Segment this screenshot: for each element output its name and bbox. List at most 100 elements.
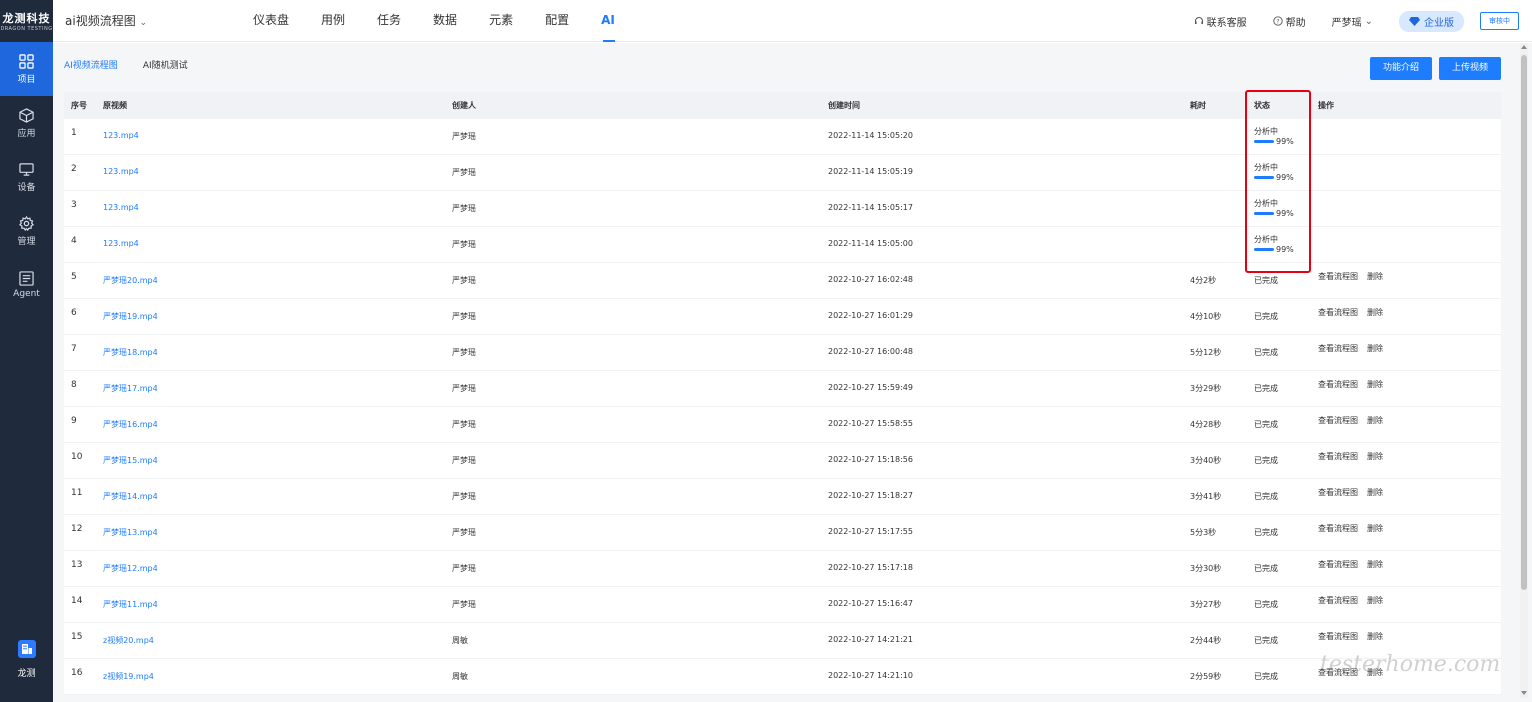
building-icon (17, 640, 36, 658)
row-created-time: 2022-11-14 15:05:00 (828, 239, 913, 248)
row-created-time: 2022-10-27 15:16:47 (828, 599, 913, 608)
row-creator: 严梦瑶 (452, 312, 476, 321)
row-creator: 严梦瑶 (452, 132, 476, 141)
row-seq: 13 (71, 560, 83, 570)
row-duration: 3分29秒 (1190, 384, 1222, 393)
view-flowchart-link[interactable]: 查看流程图 (1318, 452, 1358, 461)
plan-label: 企业版 (1424, 17, 1454, 29)
row-created-time: 2022-10-27 15:59:49 (828, 383, 913, 392)
row-seq: 9 (71, 416, 77, 426)
delete-link[interactable]: 删除 (1367, 488, 1383, 497)
scroll-down-arrow-icon[interactable] (1521, 691, 1527, 695)
row-seq: 5 (71, 272, 77, 282)
help-link[interactable]: ? 帮助 (1272, 14, 1306, 29)
status-text: 已完成 (1254, 384, 1278, 393)
upload-video-button[interactable]: 上传视频 (1438, 57, 1501, 80)
nav-config[interactable]: 配置 (529, 0, 585, 42)
table-row: 7 严梦瑶18.mp4 严梦瑶 2022-10-27 16:00:48 5分12秒 已完成… (64, 335, 1501, 371)
video-file-link[interactable]: 严梦瑶15.mp4 (103, 455, 158, 466)
user-menu[interactable]: 严梦瑶 ⌄ (1332, 14, 1373, 29)
row-seq: 1 (71, 128, 77, 138)
sidebar-item-label: Agent (13, 289, 40, 299)
status-text: 已完成 (1254, 276, 1278, 285)
table-row: 10 严梦瑶15.mp4 严梦瑶 2022-10-27 15:18:56 3分40秒 已完… (64, 443, 1501, 479)
view-flowchart-link[interactable]: 查看流程图 (1318, 560, 1358, 569)
brand-logo[interactable]: 龙测科技 DRAGON TESTING (0, 0, 53, 42)
nav-ai[interactable]: AI (585, 0, 631, 42)
sidebar-item-label: 设备 (17, 182, 36, 193)
view-flowchart-link[interactable]: 查看流程图 (1318, 488, 1358, 497)
sidebar-item-agent[interactable]: Agent (0, 258, 53, 312)
delete-link[interactable]: 删除 (1367, 416, 1383, 425)
project-selector[interactable]: ai视频流程图 ⌄ (65, 12, 147, 29)
row-actions: 查看流程图 删除 (1318, 271, 1392, 282)
intro-button[interactable]: 功能介绍 (1369, 57, 1432, 80)
view-flowchart-link[interactable]: 查看流程图 (1318, 416, 1358, 425)
row-seq: 6 (71, 308, 77, 318)
plan-badge[interactable]: 企业版 (1399, 10, 1464, 32)
nav-cases[interactable]: 用例 (305, 0, 361, 42)
delete-link[interactable]: 删除 (1367, 344, 1383, 353)
support-link[interactable]: 联系客服 (1194, 14, 1247, 29)
sidebar-item-device[interactable]: 设备 (0, 150, 53, 204)
row-created-time: 2022-10-27 16:01:29 (828, 311, 913, 320)
video-file-link[interactable]: 严梦瑶14.mp4 (103, 491, 158, 502)
video-file-link[interactable]: 123.mp4 (103, 167, 139, 176)
sidebar-item-project[interactable]: 项目 (0, 42, 53, 96)
headset-icon (1194, 17, 1203, 24)
sidebar-item-manage[interactable]: 管理 (0, 204, 53, 258)
video-file-link[interactable]: 严梦瑶11.mp4 (103, 599, 158, 610)
sidebar-bottom-brand[interactable]: 龙测 (0, 640, 53, 679)
view-flowchart-link[interactable]: 查看流程图 (1318, 272, 1358, 281)
delete-link[interactable]: 删除 (1367, 632, 1383, 641)
delete-link[interactable]: 删除 (1367, 308, 1383, 317)
scrollbar[interactable] (1520, 43, 1528, 698)
view-flowchart-link[interactable]: 查看流程图 (1318, 308, 1358, 317)
status-text: 已完成 (1254, 528, 1278, 537)
video-file-link[interactable]: 严梦瑶17.mp4 (103, 383, 158, 394)
scroll-up-arrow-icon[interactable] (1521, 45, 1527, 49)
sidebar-item-app[interactable]: 应用 (0, 96, 53, 150)
view-flowchart-link[interactable]: 查看流程图 (1318, 632, 1358, 641)
row-seq: 7 (71, 344, 77, 354)
video-file-link[interactable]: 严梦瑶18.mp4 (103, 347, 158, 358)
video-file-link[interactable]: z视频20.mp4 (103, 635, 154, 646)
row-creator: 严梦瑶 (452, 168, 476, 177)
view-flowchart-link[interactable]: 查看流程图 (1318, 596, 1358, 605)
box-icon (19, 107, 34, 123)
view-flowchart-link[interactable]: 查看流程图 (1318, 344, 1358, 353)
video-file-link[interactable]: 严梦瑶13.mp4 (103, 527, 158, 538)
nav-tasks[interactable]: 任务 (361, 0, 417, 42)
delete-link[interactable]: 删除 (1367, 560, 1383, 569)
view-flowchart-link[interactable]: 查看流程图 (1318, 524, 1358, 533)
video-file-link[interactable]: 严梦瑶16.mp4 (103, 419, 158, 430)
video-file-link[interactable]: 123.mp4 (103, 131, 139, 140)
delete-link[interactable]: 删除 (1367, 596, 1383, 605)
tab-ai-flowchart[interactable]: AI视频流程图 (64, 58, 118, 71)
nav-data[interactable]: 数据 (417, 0, 473, 42)
nav-dashboard[interactable]: 仪表盘 (237, 0, 305, 42)
status-highlight-box (1245, 90, 1311, 273)
video-file-link[interactable]: 严梦瑶19.mp4 (103, 311, 158, 322)
video-file-link[interactable]: z视频19.mp4 (103, 671, 154, 682)
row-duration: 5分12秒 (1190, 348, 1222, 357)
delete-link[interactable]: 删除 (1367, 272, 1383, 281)
video-file-link[interactable]: 123.mp4 (103, 203, 139, 212)
scrollbar-thumb[interactable] (1521, 55, 1527, 590)
video-file-link[interactable]: 123.mp4 (103, 239, 139, 248)
video-file-link[interactable]: 严梦瑶20.mp4 (103, 275, 158, 286)
delete-link[interactable]: 删除 (1367, 380, 1383, 389)
row-creator: 严梦瑶 (452, 564, 476, 573)
agent-icon (19, 271, 34, 286)
row-created-time: 2022-10-27 15:58:55 (828, 419, 913, 428)
review-button[interactable]: 审核中 (1480, 12, 1519, 30)
nav-elements[interactable]: 元素 (473, 0, 529, 42)
view-flowchart-link[interactable]: 查看流程图 (1318, 380, 1358, 389)
delete-link[interactable]: 删除 (1367, 524, 1383, 533)
video-file-link[interactable]: 严梦瑶12.mp4 (103, 563, 158, 574)
row-duration: 4分2秒 (1190, 276, 1217, 285)
delete-link[interactable]: 删除 (1367, 452, 1383, 461)
status-text: 已完成 (1254, 420, 1278, 429)
table-row: 11 严梦瑶14.mp4 严梦瑶 2022-10-27 15:18:27 3分41秒 已完… (64, 479, 1501, 515)
tab-ai-random-test[interactable]: AI随机测试 (143, 58, 188, 71)
